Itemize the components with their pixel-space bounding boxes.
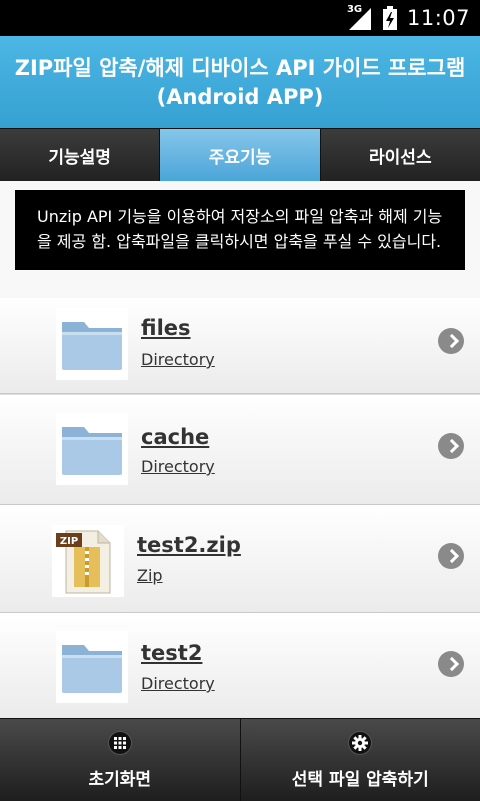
file-row-files[interactable]: files Directory bbox=[0, 298, 480, 394]
folder-icon bbox=[56, 413, 128, 485]
file-type: Zip bbox=[137, 566, 163, 585]
file-type: Directory bbox=[141, 350, 215, 369]
file-row-test2-zip[interactable]: ZIP test2.zip Zip bbox=[0, 505, 480, 613]
chevron-right-icon[interactable] bbox=[438, 651, 464, 677]
file-row-cache[interactable]: cache Directory bbox=[0, 395, 480, 505]
title-line-1: ZIP파일 압축/해제 디바이스 API 가이드 프로그램 bbox=[5, 54, 475, 83]
compress-selected-button[interactable]: 선택 파일 압축하기 bbox=[241, 719, 480, 801]
home-button-label: 초기화면 bbox=[0, 765, 240, 790]
home-button[interactable]: 초기화면 bbox=[0, 719, 241, 801]
file-type: Directory bbox=[141, 457, 215, 476]
grid-icon bbox=[108, 731, 132, 755]
tab-main-features[interactable]: 주요기능 bbox=[160, 129, 320, 181]
file-type: Directory bbox=[141, 674, 215, 693]
chevron-right-icon[interactable] bbox=[438, 328, 464, 354]
zip-file-icon: ZIP bbox=[52, 525, 124, 597]
chevron-right-icon[interactable] bbox=[438, 433, 464, 459]
title-line-2: (Android APP) bbox=[157, 85, 324, 109]
battery-icon bbox=[383, 6, 397, 30]
bottom-toolbar: 초기화면 선택 파일 압축하기 bbox=[0, 718, 480, 801]
file-row-test2[interactable]: test2 Directory bbox=[0, 613, 480, 719]
gear-icon bbox=[348, 731, 372, 755]
description-area: Unzip API 기능을 이용하여 저장소의 파일 압축과 해제 기능을 제공… bbox=[0, 181, 480, 298]
tab-bar: 기능설명 주요기능 라이선스 bbox=[0, 128, 480, 182]
signal-icon: 3G bbox=[347, 6, 373, 30]
chevron-right-icon[interactable] bbox=[438, 543, 464, 569]
tab-license[interactable]: 라이선스 bbox=[321, 129, 480, 181]
folder-icon bbox=[56, 631, 128, 703]
file-name[interactable]: files bbox=[141, 316, 191, 340]
file-name[interactable]: cache bbox=[141, 425, 209, 449]
clock: 11:07 bbox=[407, 6, 470, 30]
folder-icon bbox=[56, 308, 128, 380]
status-bar: 3G 11:07 bbox=[0, 0, 480, 36]
file-list: files Directory cache Directory ZIP bbox=[0, 298, 480, 718]
page-title: ZIP파일 압축/해제 디바이스 API 가이드 프로그램 (Android A… bbox=[0, 36, 480, 112]
file-name[interactable]: test2 bbox=[141, 641, 202, 665]
app-header: ZIP파일 압축/해제 디바이스 API 가이드 프로그램 (Android A… bbox=[0, 36, 480, 128]
svg-text:ZIP: ZIP bbox=[60, 536, 78, 547]
description-text: Unzip API 기능을 이용하여 저장소의 파일 압축과 해제 기능을 제공… bbox=[15, 190, 465, 270]
file-name[interactable]: test2.zip bbox=[137, 533, 241, 557]
compress-button-label: 선택 파일 압축하기 bbox=[241, 765, 480, 790]
tab-feature-description[interactable]: 기능설명 bbox=[0, 129, 160, 181]
